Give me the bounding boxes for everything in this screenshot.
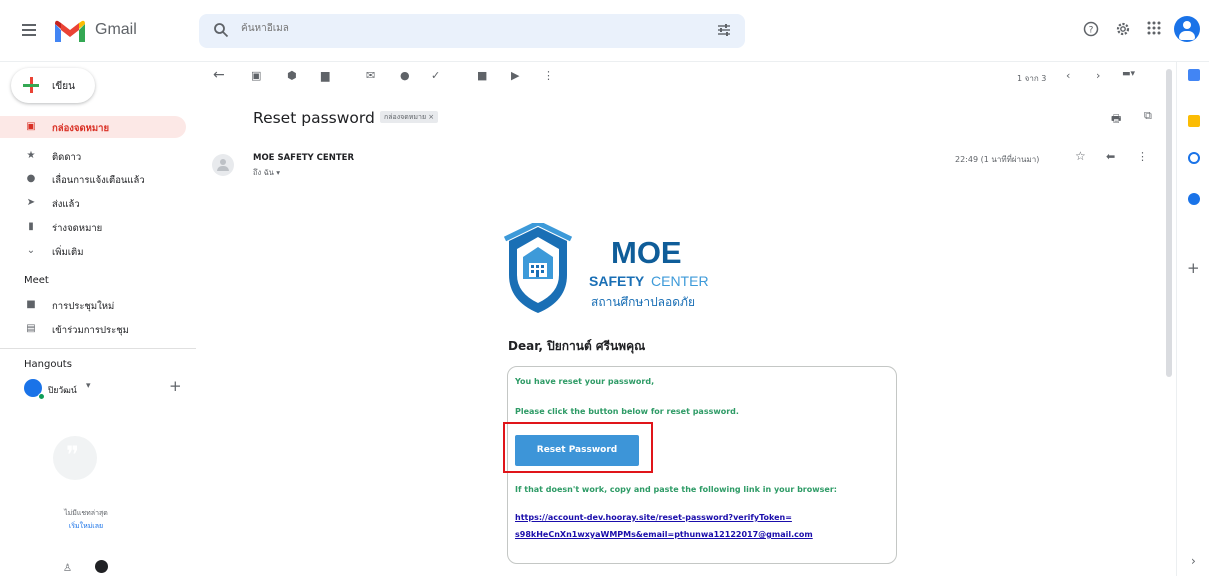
hangouts-heading: Hangouts <box>24 359 72 370</box>
person-icon[interactable]: ♙ <box>63 563 72 574</box>
caret-down-icon[interactable]: ▾ <box>86 381 91 391</box>
divider <box>0 348 196 349</box>
sidebar-item-drafts[interactable]: ▮ ร่างจดหมาย <box>0 216 186 238</box>
move-to-icon[interactable]: ■ <box>477 69 487 82</box>
send-icon: ➤ <box>26 197 36 208</box>
app-title[interactable]: Gmail <box>95 21 137 39</box>
logo-thai-text: สถานศึกษาปลอดภัย <box>591 295 695 309</box>
report-spam-icon[interactable]: ⬢ <box>287 69 297 82</box>
greeting-text: Dear, ปิยกานต์ ศรีนพคุณ <box>508 339 646 353</box>
sidebar-item-label: การประชุมใหม่ <box>52 301 115 312</box>
start-new-link[interactable]: เริ่มใหม่เลย <box>56 521 116 532</box>
apps-grid-icon[interactable] <box>1147 21 1161 35</box>
older-chevron-icon[interactable]: › <box>1096 69 1100 82</box>
sidebar-item-label: ติดดาว <box>52 152 82 163</box>
label-icon[interactable]: ▶ <box>511 69 519 82</box>
message-line-3: If that doesn't work, copy and paste the… <box>515 485 837 494</box>
logo-center-text: CENTER <box>651 273 709 289</box>
highlight-annotation-box <box>503 422 653 473</box>
reset-link-line-1[interactable]: https://account-dev.hooray.site/reset-pa… <box>515 513 792 522</box>
video-icon: ■ <box>26 299 36 310</box>
logo-safety-text: SAFETY <box>589 273 645 289</box>
moe-safety-center-logo: MOE SAFETY CENTER สถานศึกษาปลอดภัย <box>503 223 723 318</box>
clock-icon: ● <box>26 173 36 184</box>
sidebar-item-label: เข้าร่วมการประชุม <box>52 325 129 336</box>
add-contact-icon[interactable]: + <box>169 377 182 395</box>
sidebar-item-new-meeting[interactable]: ■ การประชุมใหม่ <box>0 294 186 316</box>
search-icon[interactable] <box>213 22 229 38</box>
chat-bubble-icon[interactable] <box>95 560 108 573</box>
sidebar-item-join-meeting[interactable]: ▤ เข้าร่วมการประชุม <box>0 318 186 340</box>
newer-chevron-icon[interactable]: ‹ <box>1066 69 1070 82</box>
sidebar-item-label: ร่างจดหมาย <box>52 223 103 234</box>
sidebar-item-sent[interactable]: ➤ ส่งแล้ว <box>0 192 186 214</box>
meet-heading: Meet <box>24 275 49 286</box>
side-panel <box>1176 62 1209 576</box>
inbox-icon: ▣ <box>26 121 36 132</box>
open-new-window-icon[interactable]: ⧉ <box>1144 109 1152 123</box>
hangouts-quote-icon <box>53 436 97 480</box>
message-line-2: Please click the button below for reset … <box>515 407 739 416</box>
logo-moe-text: MOE <box>611 235 682 270</box>
settings-gear-icon[interactable] <box>1115 21 1131 37</box>
help-icon[interactable]: ? <box>1083 21 1099 37</box>
draft-icon: ▮ <box>28 221 34 232</box>
back-arrow-icon[interactable]: ← <box>213 67 225 83</box>
inbox-label-chip[interactable]: กล่องจดหมาย × <box>380 111 439 123</box>
snooze-icon[interactable]: ● <box>400 69 410 82</box>
search-input[interactable] <box>241 23 641 34</box>
print-icon[interactable]: 🖶 <box>1111 110 1121 129</box>
search-bar[interactable] <box>199 14 745 48</box>
online-status-dot <box>38 393 45 400</box>
email-subject: Reset password <box>253 109 375 127</box>
get-addons-plus-icon[interactable]: + <box>1187 259 1200 277</box>
keep-icon[interactable] <box>1188 115 1200 127</box>
tasks-icon[interactable] <box>1188 152 1200 164</box>
expand-panel-chevron-icon[interactable]: › <box>1191 554 1196 568</box>
pagination-text: 1 จาก 3 <box>1017 74 1047 83</box>
reset-link-line-2[interactable]: s98kHeCnXn1wxyaWMPMs&email=pthunwa121220… <box>515 530 813 539</box>
sidebar-item-starred[interactable]: ★ ติดดาว <box>0 145 186 167</box>
mark-unread-icon[interactable]: ✉ <box>366 69 375 82</box>
no-recent-chats-text: ไม่มีแชทล่าสุด <box>64 509 108 517</box>
email-scrollbar[interactable] <box>1166 69 1172 377</box>
compose-button[interactable]: เขียน <box>11 68 95 103</box>
sidebar-item-label: เลื่อนการแจ้งเตือนแล้ว <box>52 175 145 186</box>
sidebar-item-snoozed[interactable]: ● เลื่อนการแจ้งเตือนแล้ว <box>0 168 186 190</box>
sidebar-item-label: กล่องจดหมาย <box>52 123 110 134</box>
compose-label: เขียน <box>52 81 75 92</box>
star-outline-icon[interactable]: ☆ <box>1075 149 1086 163</box>
sidebar-item-label: ส่งแล้ว <box>52 199 80 210</box>
reply-icon[interactable]: ⬅ <box>1106 150 1115 163</box>
message-line-1: You have reset your password, <box>515 377 655 386</box>
star-icon: ★ <box>26 150 36 161</box>
delete-icon[interactable]: ▆ <box>321 69 329 82</box>
archive-icon[interactable]: ▣ <box>251 69 261 82</box>
add-task-icon[interactable]: ✓ <box>431 69 440 82</box>
input-tools-icon[interactable]: ▬▾ <box>1122 69 1135 79</box>
top-bar: Gmail ? <box>0 0 1209 62</box>
hangouts-user-name[interactable]: ปิยวัฒน์ <box>48 383 77 397</box>
sidebar-item-label: เพิ่มเติม <box>52 247 84 258</box>
chevron-down-icon: ⌄ <box>26 245 36 256</box>
keyboard-icon: ▤ <box>26 323 36 334</box>
shield-house-icon <box>503 223 573 313</box>
contacts-icon[interactable] <box>1188 193 1200 205</box>
more-options-icon[interactable]: ⋮ <box>543 69 554 82</box>
more-vert-icon[interactable]: ⋮ <box>1137 150 1148 163</box>
gmail-logo-icon[interactable] <box>53 20 87 44</box>
sidebar-item-more[interactable]: ⌄ เพิ่มเติม <box>0 240 186 262</box>
svg-text:?: ? <box>1089 26 1094 36</box>
account-avatar[interactable] <box>1174 16 1200 42</box>
calendar-icon[interactable] <box>1188 69 1200 81</box>
email-timestamp: 22:49 (1 นาทีที่ผ่านมา) <box>955 155 1040 164</box>
sidebar-item-inbox[interactable]: ▣ กล่องจดหมาย <box>0 116 186 138</box>
recipient-line[interactable]: ถึง ฉัน ▾ <box>253 167 280 179</box>
sender-name[interactable]: MOE SAFETY CENTER <box>253 153 354 163</box>
plus-icon <box>23 77 39 93</box>
sender-avatar <box>212 154 234 176</box>
search-options-icon[interactable] <box>717 23 731 37</box>
main-menu-icon[interactable] <box>22 24 36 39</box>
